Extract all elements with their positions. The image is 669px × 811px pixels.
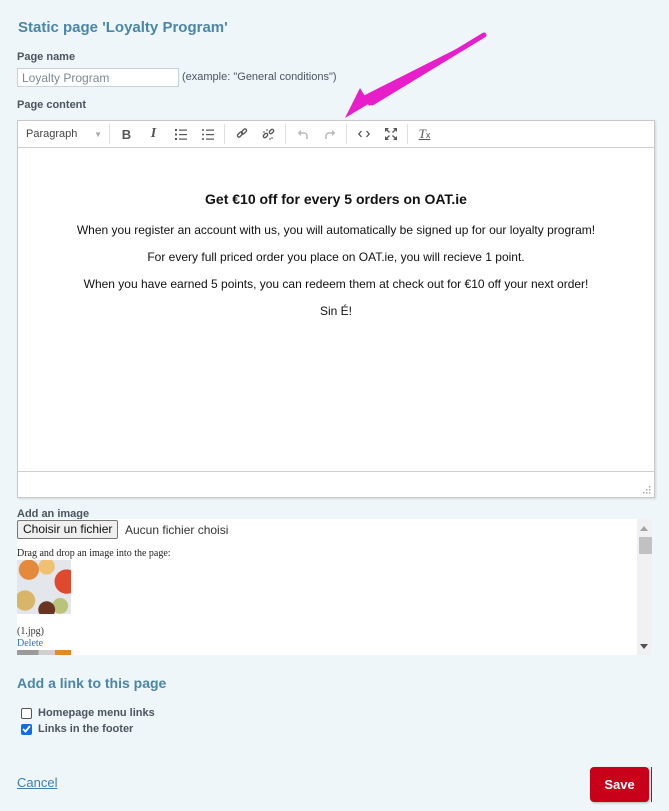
- homepage-menu-links-label: Homepage menu links: [38, 707, 155, 719]
- page-name-hint: (example: "General conditions"): [182, 71, 337, 83]
- footer-links-option[interactable]: Links in the footer: [21, 723, 133, 735]
- save-button-edge: [651, 767, 652, 802]
- scroll-down-icon[interactable]: [640, 644, 648, 649]
- chevron-down-icon: ▼: [94, 129, 102, 139]
- redo-button[interactable]: [316, 123, 343, 145]
- clear-format-icon: Tx: [418, 126, 431, 141]
- image-thumbnail[interactable]: [17, 560, 71, 614]
- unlink-icon: [262, 128, 275, 140]
- toolbar-divider: [285, 124, 286, 144]
- content-paragraph: Sin É!: [319, 304, 352, 318]
- clear-formatting-button[interactable]: Tx: [411, 123, 438, 145]
- toolbar-divider: [224, 124, 225, 144]
- checkmark-icon: [22, 725, 31, 733]
- footer-links-checkbox[interactable]: [21, 723, 32, 735]
- unlink-button[interactable]: [255, 123, 282, 145]
- editor-statusbar: [18, 471, 654, 497]
- file-status: Aucun fichier choisi: [125, 523, 229, 537]
- italic-button[interactable]: I: [140, 123, 167, 145]
- rich-text-editor: Paragraph ▼ B I Tx Get €10 off for every…: [17, 120, 655, 498]
- image-filename: (1.jpg): [17, 626, 44, 637]
- undo-button[interactable]: [289, 123, 316, 145]
- editor-content-area[interactable]: Get €10 off for every 5 orders on OAT.ie…: [18, 149, 654, 471]
- fullscreen-button[interactable]: [377, 123, 404, 145]
- page-content-label: Page content: [17, 99, 87, 111]
- image-area-scrollbar[interactable]: [637, 519, 652, 655]
- bullet-list-button[interactable]: [194, 123, 221, 145]
- link-icon: [236, 128, 247, 138]
- resize-handle-icon[interactable]: [642, 485, 651, 494]
- undo-icon: [297, 130, 308, 139]
- image-upload-area: Choisir un fichier Aucun fichier choisi …: [17, 519, 651, 655]
- content-paragraph: When you register an account with us, yo…: [76, 223, 596, 237]
- bullet-list-icon: [201, 128, 214, 140]
- toolbar-divider: [407, 124, 408, 144]
- image-thumbnail[interactable]: [17, 650, 71, 655]
- save-button[interactable]: Save: [590, 767, 649, 802]
- footer-links-label: Links in the footer: [38, 723, 134, 735]
- homepage-menu-links-option[interactable]: Homepage menu links: [21, 707, 155, 719]
- add-link-title: Add a link to this page: [17, 675, 167, 691]
- source-code-button[interactable]: [350, 123, 377, 145]
- format-select[interactable]: Paragraph ▼: [21, 123, 106, 145]
- scrollbar-thumb[interactable]: [639, 537, 652, 554]
- content-heading: Get €10 off for every 5 orders on OAT.ie: [205, 191, 467, 207]
- drag-drop-text: Drag and drop an image into the page:: [17, 548, 171, 559]
- code-icon: [357, 130, 370, 138]
- page-name-label: Page name: [17, 51, 76, 63]
- numbered-list-button[interactable]: [167, 123, 194, 145]
- italic-icon: I: [150, 126, 157, 141]
- delete-image-link[interactable]: Delete: [17, 638, 43, 649]
- format-select-value: Paragraph: [26, 128, 78, 140]
- content-paragraph: When you have earned 5 points, you can r…: [83, 277, 589, 291]
- page-name-input[interactable]: [17, 68, 179, 87]
- numbered-list-icon: [174, 128, 187, 140]
- bold-icon: B: [121, 126, 132, 142]
- bold-button[interactable]: B: [113, 123, 140, 145]
- redo-icon: [324, 130, 335, 139]
- toolbar-divider: [346, 124, 347, 144]
- choose-file-button[interactable]: Choisir un fichier: [17, 520, 119, 539]
- cancel-link[interactable]: Cancel: [17, 775, 57, 790]
- toolbar-divider: [109, 124, 110, 144]
- scroll-up-icon[interactable]: [640, 526, 648, 531]
- fullscreen-icon: [384, 128, 397, 140]
- homepage-menu-links-checkbox[interactable]: [21, 707, 32, 719]
- editor-toolbar: Paragraph ▼ B I Tx: [18, 121, 654, 148]
- content-paragraph: For every full priced order you place on…: [147, 250, 525, 264]
- link-button[interactable]: [228, 123, 255, 145]
- page-title: Static page 'Loyalty Program': [18, 19, 228, 36]
